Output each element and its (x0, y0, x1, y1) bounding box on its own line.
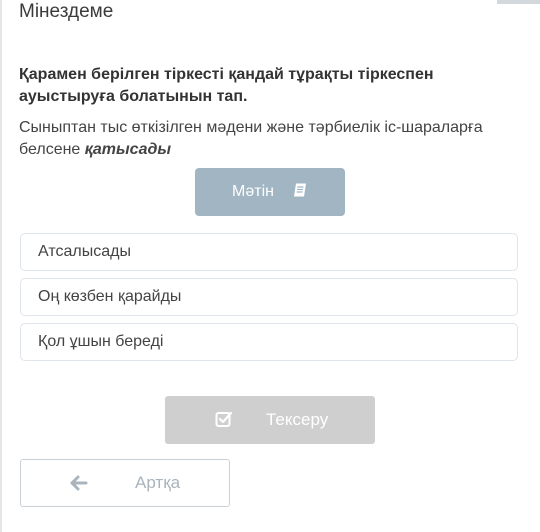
answer-option-1[interactable]: Атсалысады (20, 233, 518, 271)
check-button[interactable]: Тексеру (165, 396, 375, 444)
page-title: Мінездеме (19, 1, 114, 22)
answer-option-3[interactable]: Қол ұшын береді (20, 323, 518, 361)
check-square-icon (215, 410, 233, 433)
text-button[interactable]: Мәтін (195, 168, 345, 216)
question-prompt: Қарамен берілген тіркесті қандай тұрақты… (19, 66, 434, 105)
check-button-label: Тексеру (266, 410, 329, 429)
back-button-label: Артқа (135, 473, 181, 492)
answer-option-2[interactable]: Оң көзбен қарайды (20, 278, 518, 316)
option-label: Оң көзбен қарайды (38, 288, 182, 305)
highlighted-phrase: қатысады (84, 141, 172, 158)
option-label: Атсалысады (38, 243, 131, 260)
arrow-left-icon (70, 475, 88, 496)
left-edge-strip (0, 0, 2, 532)
corner-tab (497, 0, 540, 4)
book-icon (292, 182, 308, 203)
back-button[interactable]: Артқа (20, 459, 230, 507)
option-label: Қол ұшын береді (38, 333, 164, 350)
text-button-label: Мәтін (232, 183, 274, 200)
question-sentence: Сыныптан тыс өткізілген мәдени және тәрб… (19, 117, 519, 161)
